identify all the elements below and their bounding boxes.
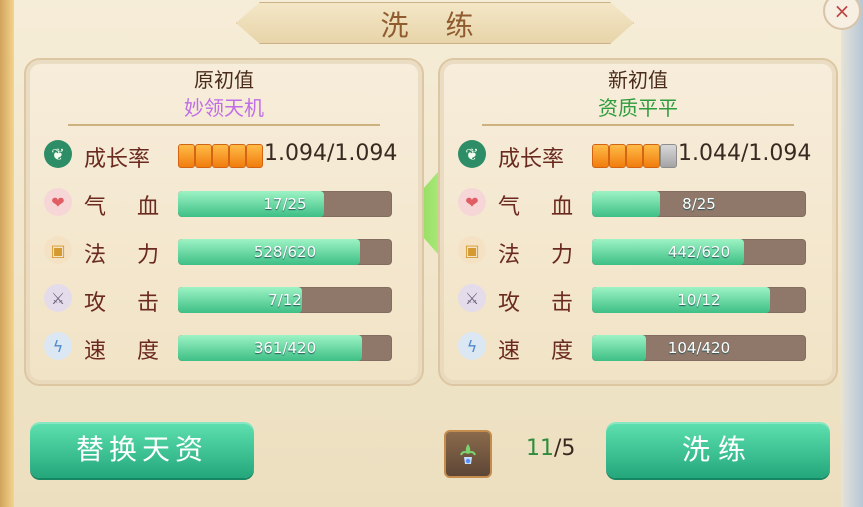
replace-talent-button[interactable]: 替换天资 [30,422,254,478]
hp-value: 17/25 [263,195,307,213]
divider [482,124,794,126]
atk-value: 10/12 [677,291,721,309]
spd-row: ϟ 速 度 361/420 [44,332,404,364]
spd-value: 104/420 [667,339,731,357]
star-icon [626,144,643,168]
star-icon [609,144,626,168]
empty-star-icon [660,144,677,168]
atk-value: 7/12 [268,291,302,309]
divider [68,124,380,126]
atk-bar: 10/12 [592,287,806,313]
leaf-icon: ❦ [458,140,486,168]
mp-label: 法 力 [84,243,171,268]
growth-label: 成长率 [498,147,565,172]
mp-row: ▣ 法 力 442/620 [458,236,818,268]
panel-title: 新初值 [608,68,668,92]
growth-row: ❦ 成长率 1.044/1.094 [458,140,818,172]
spd-row: ϟ 速 度 104/420 [458,332,818,364]
atk-row: ⚔ 攻 击 7/12 [44,284,404,316]
atk-label: 攻 击 [84,291,171,316]
original-values-panel: 原初值 妙领天机 ❦ 成长率 1.094/1.094 ❤ 气 血 17/25 ▣… [24,58,424,386]
left-edge-decoration [0,0,14,507]
star-icon [178,144,195,168]
star-icon [592,144,609,168]
atk-row: ⚔ 攻 击 10/12 [458,284,818,316]
growth-value: 1.094/1.094 [264,141,398,166]
item-count-have: 11 [526,436,554,461]
sword-icon: ⚔ [44,284,72,312]
heart-icon: ❤ [458,188,486,216]
mana-icon: ▣ [458,236,486,264]
spd-label: 速 度 [498,339,585,364]
mana-icon: ▣ [44,236,72,264]
mp-label: 法 力 [498,243,585,268]
growth-row: ❦ 成长率 1.094/1.094 [44,140,404,172]
star-icon [229,144,246,168]
star-icon [212,144,229,168]
leaf-icon: ❦ [44,140,72,168]
wash-button[interactable]: 洗练 [606,422,830,478]
hp-row: ❤ 气 血 17/25 [44,188,404,220]
spd-label: 速 度 [84,339,171,364]
star-icon [246,144,263,168]
hp-value: 8/25 [682,195,716,213]
window-title: 洗 练 [380,9,488,42]
mp-bar: 528/620 [178,239,392,265]
item-count: 11/5 [526,436,575,461]
atk-bar: 7/12 [178,287,392,313]
hp-label: 气 血 [498,195,585,220]
panel-subtitle: 妙领天机 [184,96,264,120]
growth-label: 成长率 [84,147,151,172]
atk-label: 攻 击 [498,291,585,316]
mp-row: ▣ 法 力 528/620 [44,236,404,268]
mp-value: 528/620 [253,243,317,261]
hp-row: ❤ 气 血 8/25 [458,188,818,220]
item-count-need: /5 [554,436,576,461]
right-edge-decoration [841,0,863,507]
plant-vase-icon [460,444,476,464]
hp-bar: 8/25 [592,191,806,217]
star-icon [195,144,212,168]
mp-bar: 442/620 [592,239,806,265]
heart-icon: ❤ [44,188,72,216]
spd-value: 361/420 [253,339,317,357]
growth-stars [178,143,268,169]
wash-item-slot[interactable] [444,430,492,478]
growth-stars [592,143,682,169]
spd-bar: 361/420 [178,335,392,361]
hp-label: 气 血 [84,195,171,220]
hp-bar: 17/25 [178,191,392,217]
speed-icon: ϟ [44,332,72,360]
growth-value: 1.044/1.094 [678,141,812,166]
spd-bar: 104/420 [592,335,806,361]
wash-modal: 洗 练 × 原初值 妙领天机 ❦ 成长率 1.094/1.094 ❤ 气 血 1… [0,0,863,507]
panel-title: 原初值 [194,68,254,92]
panel-subtitle: 资质平平 [598,96,678,120]
mp-value: 442/620 [667,243,731,261]
sword-icon: ⚔ [458,284,486,312]
new-values-panel: 新初值 资质平平 ❦ 成长率 1.044/1.094 ❤ 气 血 8/25 ▣ … [438,58,838,386]
star-icon [643,144,660,168]
speed-icon: ϟ [458,332,486,360]
